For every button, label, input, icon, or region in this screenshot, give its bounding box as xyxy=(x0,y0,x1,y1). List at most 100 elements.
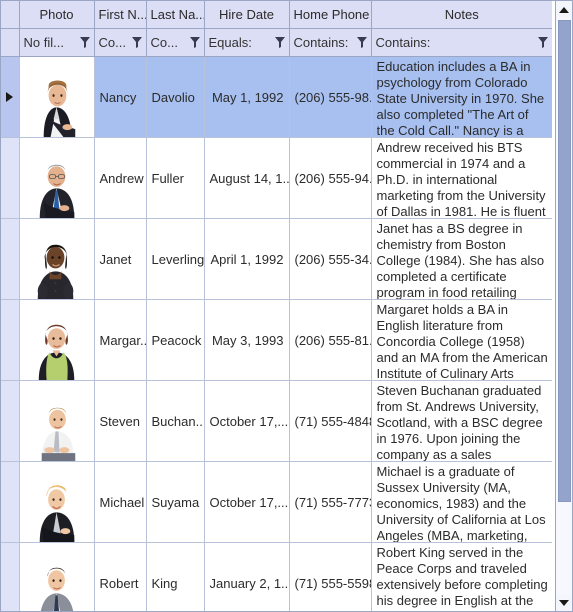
row-indicator-cell[interactable] xyxy=(1,137,20,219)
cell-notes: Steven Buchanan graduated from St. Andre… xyxy=(371,380,552,462)
cell-home-phone: (206) 555-98... xyxy=(289,57,372,138)
employee-photo-cell xyxy=(19,380,95,462)
cell-hire-date: January 2, 1... xyxy=(204,542,290,611)
cell-notes: Education includes a BA in psychology fr… xyxy=(371,57,552,138)
cell-hire-date: May 1, 1992 xyxy=(204,57,290,138)
photo-steven-buchanan xyxy=(19,381,93,461)
filter-funnel-icon[interactable] xyxy=(274,36,285,48)
table-row[interactable]: Robert King January 2, 1... (71) 555-559… xyxy=(1,542,552,611)
filter-cell-photo[interactable]: No fil... xyxy=(19,28,95,57)
header-hire-date[interactable]: Hire Date xyxy=(204,1,290,29)
row-indicator-cell[interactable] xyxy=(1,380,20,462)
employee-photo-cell xyxy=(19,218,95,300)
cell-last-name: Peacock xyxy=(146,299,205,381)
photo-andrew-fuller xyxy=(19,138,93,218)
cell-first-name: Robert xyxy=(94,542,147,611)
header-indicator xyxy=(1,1,20,29)
notes-text: Michael is a graduate of Sussex Universi… xyxy=(376,464,546,542)
filter-cell-home-phone[interactable]: Contains: xyxy=(289,28,372,57)
notes-text: Margaret holds a BA in English literatur… xyxy=(376,302,548,380)
row-indicator-cell[interactable] xyxy=(1,57,20,138)
cell-last-name: Fuller xyxy=(146,137,205,219)
cell-notes: Robert King served in the Peace Corps an… xyxy=(371,542,552,611)
scroll-down-button[interactable] xyxy=(556,594,572,611)
column-header-row: Photo First N... Last Na... Hire Date Ho… xyxy=(1,1,552,29)
grid-header-table: Photo First N... Last Na... Hire Date Ho… xyxy=(1,1,552,57)
cell-last-name: Suyama xyxy=(146,461,205,543)
cell-home-phone: (71) 555-5598 xyxy=(289,542,372,611)
notes-text: Janet has a BS degree in chemistry from … xyxy=(376,221,545,299)
photo-janet-leverling xyxy=(19,219,93,299)
grid-body-viewport[interactable]: Nancy Davolio May 1, 1992 (206) 555-98..… xyxy=(1,57,557,611)
cell-notes: Michael is a graduate of Sussex Universi… xyxy=(371,461,552,543)
filter-cell-indicator xyxy=(1,28,20,57)
filter-text-last-name: Co... xyxy=(150,34,178,50)
cell-notes: Janet has a BS degree in chemistry from … xyxy=(371,218,552,300)
table-row[interactable]: Janet Leverling April 1, 1992 (206) 555-… xyxy=(1,218,552,300)
table-row[interactable]: Andrew Fuller August 14, 1... (206) 555-… xyxy=(1,137,552,219)
filter-funnel-icon[interactable] xyxy=(356,36,367,48)
vertical-scroll-thumb[interactable] xyxy=(558,20,571,502)
filter-cell-notes[interactable]: Contains: xyxy=(371,28,552,57)
table-row[interactable]: Steven Buchan... October 17,... (71) 555… xyxy=(1,380,552,462)
scroll-down-arrow-icon xyxy=(559,599,569,606)
cell-first-name: Margar... xyxy=(94,299,147,381)
cell-first-name: Janet xyxy=(94,218,147,300)
filter-cell-hire-date[interactable]: Equals: xyxy=(204,28,290,57)
photo-nancy-davolio xyxy=(19,57,93,137)
photo-michael-suyama xyxy=(19,462,93,542)
table-row[interactable]: Nancy Davolio May 1, 1992 (206) 555-98..… xyxy=(1,57,552,138)
cell-first-name: Michael xyxy=(94,461,147,543)
cell-hire-date: May 3, 1993 xyxy=(204,299,290,381)
scroll-up-button[interactable] xyxy=(556,1,572,18)
cell-notes: Margaret holds a BA in English literatur… xyxy=(371,299,552,381)
employee-photo-cell xyxy=(19,299,95,381)
employee-photo-cell xyxy=(19,542,95,611)
filter-text-notes: Contains: xyxy=(375,34,431,50)
header-photo[interactable]: Photo xyxy=(19,1,95,29)
cell-hire-date: April 1, 1992 xyxy=(204,218,290,300)
cell-last-name: Davolio xyxy=(146,57,205,138)
filter-cell-last-name[interactable]: Co... xyxy=(146,28,205,57)
notes-text: Education includes a BA in psychology fr… xyxy=(376,59,545,137)
filter-text-home-phone: Contains: xyxy=(293,34,349,50)
employee-photo-cell xyxy=(19,57,95,138)
photo-robert-king xyxy=(19,543,93,611)
filter-funnel-icon[interactable] xyxy=(538,36,548,48)
filter-funnel-icon[interactable] xyxy=(79,36,90,48)
filter-funnel-icon[interactable] xyxy=(189,36,200,48)
cell-home-phone: (71) 555-7773 xyxy=(289,461,372,543)
filter-text-first-name: Co... xyxy=(98,34,126,50)
notes-text: Robert King served in the Peace Corps an… xyxy=(376,545,548,611)
employee-photo-cell xyxy=(19,137,95,219)
header-home-phone[interactable]: Home Phone xyxy=(289,1,372,29)
cell-first-name: Steven xyxy=(94,380,147,462)
header-last-name[interactable]: Last Na... xyxy=(146,1,205,29)
photo-margaret-peacock xyxy=(19,300,93,380)
table-row[interactable]: Michael Suyama October 17,... (71) 555-7… xyxy=(1,461,552,543)
scroll-up-arrow-icon xyxy=(559,6,569,13)
cell-first-name: Nancy xyxy=(94,57,147,138)
filter-row: No fil... Co... Co... Equals: Contains: … xyxy=(1,28,552,57)
row-indicator-cell[interactable] xyxy=(1,218,20,300)
table-row[interactable]: Margar... Peacock May 3, 1993 (206) 555-… xyxy=(1,299,552,381)
cell-last-name: Leverling xyxy=(146,218,205,300)
notes-text: Andrew received his BTS commercial in 19… xyxy=(376,140,546,218)
vertical-scrollbar[interactable] xyxy=(555,1,572,611)
cell-home-phone: (71) 555-4848 xyxy=(289,380,372,462)
current-row-triangle-icon xyxy=(6,91,14,102)
cell-hire-date: August 14, 1... xyxy=(204,137,290,219)
data-grid: Photo First N... Last Na... Hire Date Ho… xyxy=(0,0,573,612)
filter-text-hire-date: Equals: xyxy=(208,34,252,50)
filter-cell-first-name[interactable]: Co... xyxy=(94,28,147,57)
header-notes[interactable]: Notes xyxy=(371,1,552,29)
filter-funnel-icon[interactable] xyxy=(131,36,142,48)
header-first-name[interactable]: First N... xyxy=(94,1,147,29)
cell-notes: Andrew received his BTS commercial in 19… xyxy=(371,137,552,219)
row-indicator-cell[interactable] xyxy=(1,299,20,381)
cell-home-phone: (206) 555-94... xyxy=(289,137,372,219)
row-indicator-cell[interactable] xyxy=(1,461,20,543)
cell-home-phone: (206) 555-81... xyxy=(289,299,372,381)
row-indicator-cell[interactable] xyxy=(1,542,20,611)
cell-last-name: Buchan... xyxy=(146,380,205,462)
